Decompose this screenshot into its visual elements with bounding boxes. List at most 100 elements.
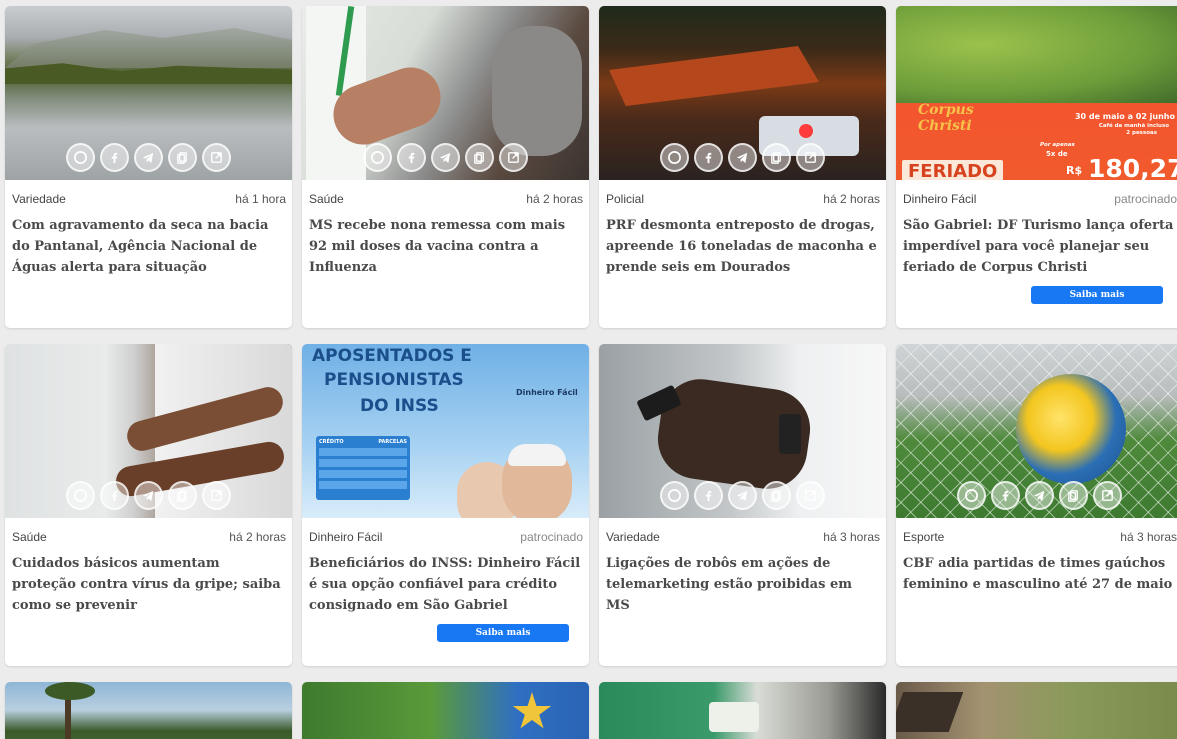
ad-note-people: 2 pessoas xyxy=(1126,130,1157,136)
external-link-icon[interactable] xyxy=(796,481,825,510)
news-headline[interactable]: PRF desmonta entreposto de drogas, apree… xyxy=(599,206,886,278)
timestamp: há 2 horas xyxy=(526,192,583,206)
category-label[interactable]: Variedade xyxy=(606,530,660,544)
external-link-icon[interactable] xyxy=(499,143,528,172)
sponsored-card[interactable]: Corpus Christi 30 de maio a 02 junho Caf… xyxy=(896,6,1177,328)
news-card[interactable]: Esporte há 3 horas CBF adia partidas de … xyxy=(896,344,1177,666)
news-thumbnail[interactable] xyxy=(302,682,589,739)
telegram-icon[interactable] xyxy=(134,143,163,172)
facebook-icon[interactable] xyxy=(397,143,426,172)
copy-icon[interactable] xyxy=(1059,481,1088,510)
copy-icon[interactable] xyxy=(762,481,791,510)
timestamp: há 1 hora xyxy=(235,192,286,206)
category-label[interactable]: Policial xyxy=(606,192,644,206)
ad-currency: R$ xyxy=(1066,164,1083,177)
external-link-icon[interactable] xyxy=(202,143,231,172)
external-link-icon[interactable] xyxy=(796,143,825,172)
facebook-icon[interactable] xyxy=(991,481,1020,510)
news-grid: Variedade há 1 hora Com agravamento da s… xyxy=(5,6,1177,739)
news-headline[interactable]: MS recebe nona remessa com mais 92 mil d… xyxy=(302,206,589,278)
ad-brand: Dinheiro Fácil xyxy=(516,388,578,397)
telegram-icon[interactable] xyxy=(728,143,757,172)
ad-script-text: Corpus Christi xyxy=(918,102,974,134)
news-card[interactable]: Variedade há 3 horas Ligações de robôs e… xyxy=(599,344,886,666)
news-headline[interactable]: Ligações de robôs em ações de telemarket… xyxy=(599,544,886,616)
ad-note-only: Por apenas xyxy=(1040,142,1075,148)
share-bar xyxy=(599,143,886,172)
category-label[interactable]: Dinheiro Fácil xyxy=(903,192,976,206)
facebook-icon[interactable] xyxy=(694,481,723,510)
sponsored-label: patrocinado xyxy=(1114,192,1177,206)
ad-banner: FERIADO xyxy=(902,160,1004,180)
news-thumbnail[interactable] xyxy=(599,344,886,518)
whatsapp-icon[interactable] xyxy=(660,143,689,172)
news-card[interactable] xyxy=(599,682,886,739)
share-bar xyxy=(896,481,1177,510)
news-thumbnail[interactable] xyxy=(896,344,1177,518)
category-label[interactable]: Esporte xyxy=(903,530,944,544)
whatsapp-icon[interactable] xyxy=(66,143,95,172)
copy-icon[interactable] xyxy=(465,143,494,172)
news-card[interactable]: Saúde há 2 horas Cuidados básicos aument… xyxy=(5,344,292,666)
card-meta: Policial há 2 horas xyxy=(599,180,886,206)
share-bar xyxy=(302,143,589,172)
ad-price: 180,27 xyxy=(1088,154,1177,180)
facebook-icon[interactable] xyxy=(100,143,129,172)
category-label[interactable]: Dinheiro Fácil xyxy=(309,530,382,544)
news-thumbnail[interactable] xyxy=(5,6,292,180)
ad-table-col-credit: CRÉDITO xyxy=(319,439,344,445)
news-thumbnail[interactable] xyxy=(599,682,886,739)
news-card[interactable]: Policial há 2 horas PRF desmonta entrepo… xyxy=(599,6,886,328)
news-thumbnail[interactable] xyxy=(5,344,292,518)
category-label[interactable]: Saúde xyxy=(309,192,344,206)
news-headline[interactable]: Beneficiários do INSS: Dinheiro Fácil é … xyxy=(302,544,589,616)
card-meta: Saúde há 2 horas xyxy=(5,518,292,544)
whatsapp-icon[interactable] xyxy=(66,481,95,510)
news-card[interactable] xyxy=(896,682,1177,739)
share-bar xyxy=(5,481,292,510)
copy-icon[interactable] xyxy=(762,143,791,172)
news-thumbnail[interactable] xyxy=(5,682,292,739)
external-link-icon[interactable] xyxy=(202,481,231,510)
telegram-icon[interactable] xyxy=(134,481,163,510)
ad-dates: 30 de maio a 02 junho xyxy=(1074,112,1175,121)
timestamp: há 3 horas xyxy=(1120,530,1177,544)
news-headline[interactable]: São Gabriel: DF Turismo lança oferta imp… xyxy=(896,206,1177,278)
telegram-icon[interactable] xyxy=(728,481,757,510)
news-thumbnail[interactable] xyxy=(896,682,1177,739)
sponsored-label: patrocinado xyxy=(520,530,583,544)
whatsapp-icon[interactable] xyxy=(957,481,986,510)
ad-credit-table: CRÉDITO PARCELAS xyxy=(316,436,410,500)
card-meta: Variedade há 1 hora xyxy=(5,180,292,206)
news-card[interactable]: Saúde há 2 horas MS recebe nona remessa … xyxy=(302,6,589,328)
ad-image[interactable]: Corpus Christi 30 de maio a 02 junho Caf… xyxy=(896,6,1177,180)
news-card[interactable]: Variedade há 1 hora Com agravamento da s… xyxy=(5,6,292,328)
news-thumbnail[interactable] xyxy=(599,6,886,180)
ad-image[interactable]: APOSENTADOS E PENSIONISTAS DO INSS Dinhe… xyxy=(302,344,589,518)
share-bar xyxy=(599,481,886,510)
external-link-icon[interactable] xyxy=(1093,481,1122,510)
copy-icon[interactable] xyxy=(168,481,197,510)
share-bar xyxy=(5,143,292,172)
sponsored-card[interactable]: APOSENTADOS E PENSIONISTAS DO INSS Dinhe… xyxy=(302,344,589,666)
category-label[interactable]: Saúde xyxy=(12,530,47,544)
ad-headline-line3: DO INSS xyxy=(360,396,439,416)
learn-more-button[interactable]: Saiba mais xyxy=(437,624,569,642)
facebook-icon[interactable] xyxy=(694,143,723,172)
news-headline[interactable]: CBF adia partidas de times gaúchos femin… xyxy=(896,544,1177,595)
copy-icon[interactable] xyxy=(168,143,197,172)
category-label[interactable]: Variedade xyxy=(12,192,66,206)
telegram-icon[interactable] xyxy=(431,143,460,172)
news-headline[interactable]: Cuidados básicos aumentam proteção contr… xyxy=(5,544,292,616)
news-headline[interactable]: Com agravamento da seca na bacia do Pant… xyxy=(5,206,292,278)
news-card[interactable] xyxy=(5,682,292,739)
telegram-icon[interactable] xyxy=(1025,481,1054,510)
whatsapp-icon[interactable] xyxy=(660,481,689,510)
ad-headline-line2: PENSIONISTAS xyxy=(324,370,464,390)
whatsapp-icon[interactable] xyxy=(363,143,392,172)
learn-more-button[interactable]: Saiba mais xyxy=(1031,286,1163,304)
card-meta: Dinheiro Fácil patrocinado xyxy=(302,518,589,544)
news-card[interactable] xyxy=(302,682,589,739)
news-thumbnail[interactable] xyxy=(302,6,589,180)
facebook-icon[interactable] xyxy=(100,481,129,510)
